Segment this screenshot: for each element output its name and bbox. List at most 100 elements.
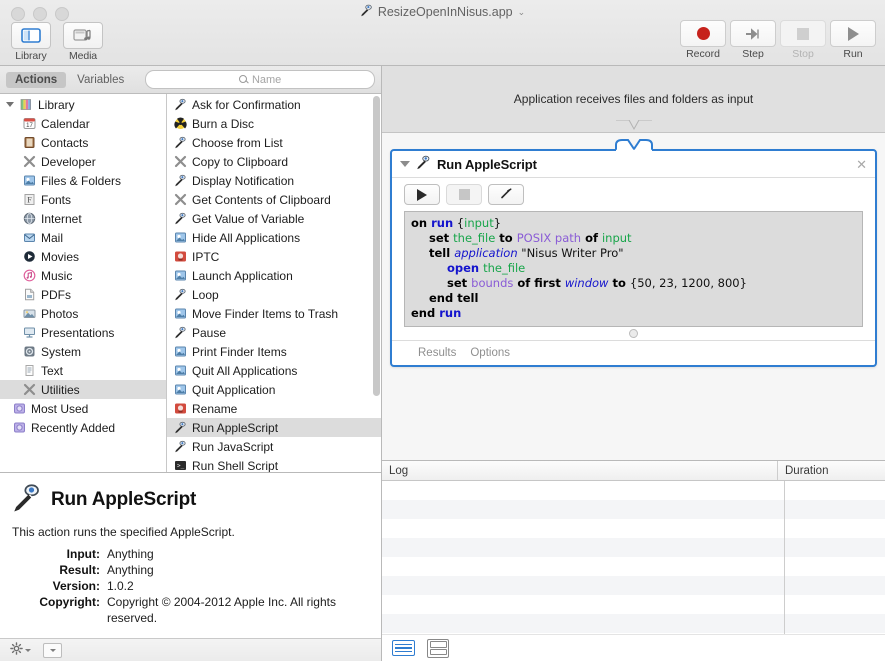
list-item[interactable]: Print Finder Items: [167, 342, 381, 361]
list-item[interactable]: >_ Run Shell Script: [167, 456, 381, 472]
actions-list[interactable]: Ask for Confirmation Burn a Disc Choose …: [167, 94, 381, 472]
list-item[interactable]: Get Value of Variable: [167, 209, 381, 228]
compile-script-button[interactable]: [488, 184, 524, 205]
disclosure-triangle-icon[interactable]: [6, 102, 14, 107]
workflow-input-text: Application receives files and folders a…: [513, 92, 754, 106]
script-editor-wrap: on run {input} set the_file to POSIX path…: [392, 211, 875, 327]
tree-item-text[interactable]: Text: [0, 361, 166, 380]
action-connector-notch-icon: [614, 139, 654, 153]
stop-button-label: Stop: [792, 48, 814, 60]
log-column-header-duration[interactable]: Duration: [778, 461, 885, 480]
record-button[interactable]: Record: [679, 20, 727, 60]
action-info-field-input: Input: Anything: [12, 546, 369, 562]
library-category-tree[interactable]: Library 17 Calendar Contacts Developer F…: [0, 94, 167, 472]
library-icon: [11, 22, 51, 49]
media-toolbar-label: Media: [68, 50, 98, 62]
tree-item-internet[interactable]: Internet: [0, 209, 166, 228]
list-item[interactable]: Get Contents of Clipboard: [167, 190, 381, 209]
list-item[interactable]: Burn a Disc: [167, 114, 381, 133]
chevron-down-icon: [25, 648, 31, 652]
calendar-icon: 17: [22, 117, 36, 131]
list-item[interactable]: Loop: [167, 285, 381, 304]
tree-item-music[interactable]: Music: [0, 266, 166, 285]
script-resize-handle[interactable]: [392, 327, 875, 340]
list-item-label: Display Notification: [192, 173, 295, 188]
tree-item-files-folders[interactable]: Files & Folders: [0, 171, 166, 190]
workflow-canvas[interactable]: Run AppleScript ✕ on run {input} set the…: [382, 133, 885, 460]
workflow-action-run-applescript[interactable]: Run AppleScript ✕ on run {input} set the…: [390, 139, 877, 367]
list-item[interactable]: Rename: [167, 399, 381, 418]
list-item[interactable]: Display Notification: [167, 171, 381, 190]
tab-actions[interactable]: Actions: [6, 71, 67, 88]
list-item[interactable]: Quit Application: [167, 380, 381, 399]
step-button[interactable]: Step: [729, 20, 777, 60]
list-item[interactable]: IPTC: [167, 247, 381, 266]
disclosure-triangle-icon[interactable]: [400, 161, 410, 167]
tab-variables[interactable]: Variables: [68, 72, 133, 88]
toggle-info-panel-button[interactable]: [43, 642, 62, 658]
log-column-header-log[interactable]: Log: [382, 461, 778, 480]
tree-item-label: Recently Added: [31, 420, 116, 435]
close-icon[interactable]: ✕: [856, 158, 867, 171]
tree-item-mail[interactable]: Mail: [0, 228, 166, 247]
run-script-button[interactable]: [404, 184, 440, 205]
list-item[interactable]: Pause: [167, 323, 381, 342]
tree-item-most-used[interactable]: Most Used: [0, 399, 166, 418]
tree-item-calendar[interactable]: 17 Calendar: [0, 114, 166, 133]
table-row: [382, 614, 885, 633]
tree-item-movies[interactable]: Movies: [0, 247, 166, 266]
tree-item-fonts[interactable]: F Fonts: [0, 190, 166, 209]
document-menu-chevron-icon[interactable]: ⌄: [518, 7, 526, 18]
action-menu-button[interactable]: [10, 642, 31, 658]
workflow-pane: Application receives files and folders a…: [382, 66, 885, 661]
list-item-label: Pause: [192, 325, 227, 340]
tab-results[interactable]: Results: [418, 347, 456, 359]
tree-item-utilities[interactable]: Utilities: [0, 380, 166, 399]
applescript-editor[interactable]: on run {input} set the_file to POSIX path…: [404, 211, 863, 327]
record-icon: [680, 20, 726, 47]
media-toolbar-button[interactable]: Media: [60, 22, 106, 62]
step-icon: [730, 20, 776, 47]
actions-list-scrollbar[interactable]: [373, 96, 380, 470]
tree-item-presentations[interactable]: Presentations: [0, 323, 166, 342]
list-item-run-applescript[interactable]: Run AppleScript: [167, 418, 381, 437]
tree-item-photos[interactable]: Photos: [0, 304, 166, 323]
tree-item-recently-added[interactable]: Recently Added: [0, 418, 166, 437]
run-button[interactable]: Run: [829, 20, 877, 60]
list-item[interactable]: Move Finder Items to Trash: [167, 304, 381, 323]
list-item[interactable]: Choose from List: [167, 133, 381, 152]
applescript-icon: [173, 136, 187, 150]
list-item[interactable]: Launch Application: [167, 266, 381, 285]
tree-item-contacts[interactable]: Contacts: [0, 133, 166, 152]
tree-item-system[interactable]: System: [0, 342, 166, 361]
list-item[interactable]: Quit All Applications: [167, 361, 381, 380]
list-item-label: Quit Application: [192, 382, 276, 397]
stop-icon: [780, 20, 826, 47]
log-table-body[interactable]: [382, 481, 885, 634]
list-item[interactable]: Ask for Confirmation: [167, 95, 381, 114]
tree-item-pdfs[interactable]: PDFs: [0, 285, 166, 304]
developer-icon: [173, 193, 187, 207]
list-item[interactable]: Copy to Clipboard: [167, 152, 381, 171]
tree-item-label: Library: [38, 97, 75, 112]
log-split-view-button[interactable]: [427, 638, 449, 658]
tab-options[interactable]: Options: [470, 347, 510, 359]
library-folder-icon: [19, 98, 33, 112]
action-info-field-result: Result: Anything: [12, 562, 369, 578]
list-item[interactable]: Run JavaScript: [167, 437, 381, 456]
tree-item-label: Most Used: [31, 401, 89, 416]
search-field[interactable]: Name: [145, 70, 375, 89]
library-toolbar-button[interactable]: Library: [8, 22, 54, 62]
system-icon: [22, 345, 36, 359]
tree-item-developer[interactable]: Developer: [0, 152, 166, 171]
script-line: on run {input}: [411, 216, 502, 230]
list-item[interactable]: Hide All Applications: [167, 228, 381, 247]
tree-item-label: Photos: [41, 306, 79, 321]
tree-item-library[interactable]: Library: [0, 95, 166, 114]
log-list-view-button[interactable]: [392, 640, 415, 656]
list-item-label: Hide All Applications: [192, 230, 301, 245]
script-line: set the_file to POSIX path of input: [429, 231, 632, 245]
document-title[interactable]: ResizeOpenInNisus.app ⌄: [0, 3, 885, 21]
tree-item-label: Utilities: [41, 382, 80, 397]
music-icon: [22, 269, 36, 283]
